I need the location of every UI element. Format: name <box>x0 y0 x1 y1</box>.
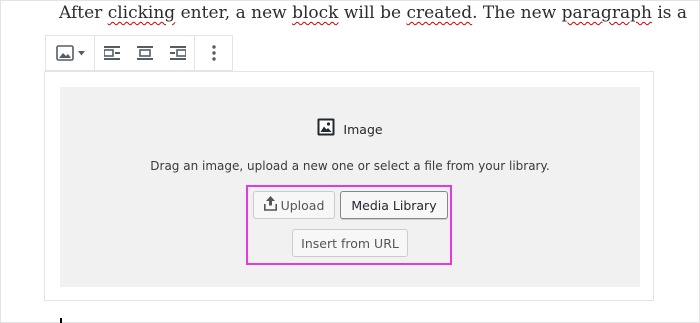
paragraph-word-misspelled: paragraph <box>561 3 652 23</box>
insert-from-url-button[interactable]: Insert from URL <box>292 229 408 257</box>
image-icon <box>317 118 335 140</box>
align-right-button[interactable] <box>161 36 194 70</box>
upload-button-label: Upload <box>280 197 325 213</box>
paragraph-word: is a <box>651 3 688 23</box>
paragraph-text[interactable]: After clicking enter, a new block will b… <box>59 3 687 23</box>
align-center-button[interactable] <box>128 36 161 70</box>
image-icon <box>55 45 74 61</box>
more-options-icon <box>212 45 216 61</box>
media-library-button-label: Media Library <box>351 197 437 213</box>
more-options-button[interactable] <box>195 36 233 70</box>
block-type-switcher-button[interactable] <box>46 36 94 70</box>
media-library-button[interactable]: Media Library <box>340 191 448 219</box>
align-left-button[interactable] <box>95 36 128 70</box>
text-cursor <box>60 318 62 323</box>
paragraph-word-misspelled: clicking <box>107 3 176 23</box>
more-group <box>195 36 233 70</box>
insert-from-url-button-label: Insert from URL <box>301 235 399 251</box>
paragraph-word: After <box>59 3 108 23</box>
paragraph-word: enter, a new <box>175 3 293 23</box>
paragraph-word: . The new <box>472 3 562 23</box>
align-right-icon <box>169 46 186 60</box>
image-placeholder[interactable]: Image Drag an image, upload a new one or… <box>60 87 640 287</box>
upload-icon <box>263 196 277 214</box>
block-toolbar <box>45 35 233 71</box>
block-type-group <box>46 36 95 70</box>
placeholder-instructions: Drag an image, upload a new one or selec… <box>150 159 550 173</box>
paragraph-word: will be <box>338 3 407 23</box>
paragraph-word-misspelled: block <box>292 3 339 23</box>
image-block[interactable]: Image Drag an image, upload a new one or… <box>44 71 654 301</box>
chevron-down-icon <box>77 50 85 56</box>
align-left-icon <box>103 46 120 60</box>
alignment-group <box>95 36 195 70</box>
paragraph-word-misspelled: created <box>406 3 473 23</box>
align-center-icon <box>136 46 153 60</box>
upload-button[interactable]: Upload <box>253 191 335 219</box>
placeholder-title: Image <box>60 118 640 140</box>
placeholder-title-label: Image <box>343 121 383 137</box>
